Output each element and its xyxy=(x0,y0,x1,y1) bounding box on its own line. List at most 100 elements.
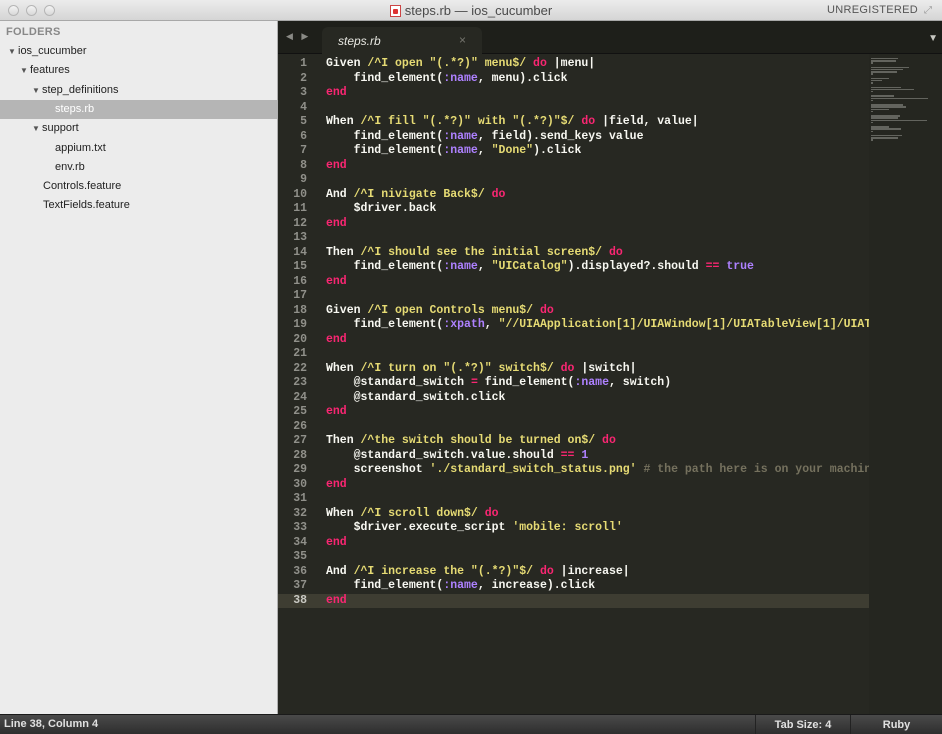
code-line[interactable]: find_element(:name, field).send_keys val… xyxy=(326,129,644,145)
tab-close-icon[interactable]: × xyxy=(459,33,466,47)
code-line[interactable]: end xyxy=(326,405,347,420)
disclosure-triangle-icon[interactable]: ▼ xyxy=(20,61,30,80)
code-line[interactable]: find_element(:name, "Done").click xyxy=(326,144,582,159)
code-editor[interactable]: 1 2 3 4 5 6 7 8 9 10 11 12 13 14 15 16 17 18 19 20 21 22 23 24 2… xyxy=(278,54,942,714)
sidebar-item-label: appium.txt xyxy=(55,141,106,154)
sidebar-folder-ios-cucumber[interactable]: ▼ ios_cucumber xyxy=(0,42,277,61)
code-line[interactable]: end xyxy=(326,478,347,493)
code-line[interactable]: end xyxy=(326,594,347,609)
sidebar-item-label: steps.rb xyxy=(55,102,95,115)
code-token: , increase).click xyxy=(477,579,596,592)
sidebar-folder-features[interactable]: ▼ features xyxy=(0,61,277,80)
code-line[interactable]: end xyxy=(326,86,347,101)
sidebar-item-label: features xyxy=(30,64,70,77)
code-line[interactable]: @standard_switch = find_element(:name, s… xyxy=(326,376,672,391)
code-token: do xyxy=(602,245,623,259)
code-token: "//UIAApplication[1]/UIAWindow[1]/UIATab… xyxy=(498,318,886,331)
minimap-line xyxy=(871,58,899,60)
code-line[interactable]: And /^I increase the "(.*?)"$/ do |incre… xyxy=(326,565,630,580)
code-line[interactable]: end xyxy=(326,275,347,290)
line-number: 14 xyxy=(293,245,307,259)
tab-steps-rb[interactable]: steps.rb × xyxy=(322,27,482,54)
code-line[interactable]: When /^I scroll down$/ do xyxy=(326,507,499,522)
code-token: = xyxy=(470,376,478,389)
syntax-selector[interactable]: Ruby xyxy=(850,715,942,734)
code-token: == xyxy=(705,260,720,273)
code-token: /^I turn on "(.*?)" switch$/ xyxy=(360,361,554,375)
minimap-line xyxy=(871,71,897,73)
line-number: 1 xyxy=(300,57,307,70)
code-token: Given xyxy=(326,57,368,70)
line-number: 22 xyxy=(293,361,307,375)
minimap-line xyxy=(871,69,904,71)
code-line[interactable]: @standard_switch.click xyxy=(326,391,506,406)
code-line[interactable]: Then /^the switch should be turned on$/ … xyxy=(326,434,616,449)
code-token: :name xyxy=(443,144,478,157)
code-token: true xyxy=(719,260,754,273)
disclosure-triangle-icon[interactable]: ▼ xyxy=(32,81,42,100)
sidebar-file-controls-feature[interactable]: Controls.feature xyxy=(0,177,277,196)
tab-menu-chevron-icon[interactable]: ▼ xyxy=(928,33,938,44)
code-token: /^the switch should be turned on$/ xyxy=(360,434,596,447)
code-line[interactable]: And /^I nivigate Back$/ do xyxy=(326,188,505,203)
code-token: /^I open "(.*?)" menu$/ xyxy=(367,57,527,70)
code-token: , xyxy=(477,144,492,157)
code-line[interactable]: $driver.back xyxy=(326,202,437,217)
minimap[interactable] xyxy=(869,54,942,714)
code-line[interactable]: $driver.execute_script 'mobile: scroll' xyxy=(326,521,623,536)
sidebar-file-textfields-feature[interactable]: TextFields.feature xyxy=(0,196,277,215)
disclosure-triangle-icon[interactable]: ▼ xyxy=(32,119,42,138)
code-line[interactable]: find_element(:name, menu).click xyxy=(326,72,568,87)
code-token: And xyxy=(326,564,354,578)
line-number: 38 xyxy=(293,593,307,607)
minimap-line xyxy=(871,108,890,110)
sidebar-folder-step-definitions[interactable]: ▼ step_definitions xyxy=(0,81,277,100)
minimap-line xyxy=(871,62,874,64)
code-token: find_element( xyxy=(326,71,444,85)
code-line[interactable]: screenshot './standard_switch_status.png… xyxy=(326,463,879,478)
active-line-highlight xyxy=(278,593,869,608)
code-line[interactable]: When /^I turn on "(.*?)" switch$/ do |sw… xyxy=(326,362,637,377)
code-line[interactable]: Given /^I open Controls menu$/ do xyxy=(326,304,554,319)
code-token: , menu).click xyxy=(477,71,568,85)
code-line[interactable]: Given /^I open "(.*?)" menu$/ do |menu| xyxy=(326,57,595,72)
code-line[interactable]: When /^I fill "(.*?)" with "(.*?)"$/ do … xyxy=(326,115,699,130)
sidebar-file-env-rb[interactable]: env.rb xyxy=(0,158,277,177)
disclosure-triangle-icon[interactable]: ▼ xyxy=(8,42,18,61)
code-token: do xyxy=(574,115,596,128)
sidebar-folder-support[interactable]: ▼ support xyxy=(0,119,277,138)
code-line[interactable]: Then /^I should see the initial screen$/… xyxy=(326,246,623,261)
fullscreen-icon[interactable]: ⤢ xyxy=(924,5,935,16)
minimap-line xyxy=(871,139,874,141)
code-token: :name xyxy=(443,129,478,143)
code-line[interactable]: find_element(:xpath, "//UIAApplication[1… xyxy=(326,318,885,333)
code-line[interactable]: end xyxy=(326,536,347,551)
code-line[interactable]: @standard_switch.value.should == 1 xyxy=(326,449,589,464)
code-token: |field, value| xyxy=(595,115,699,128)
tab-size-selector[interactable]: Tab Size: 4 xyxy=(755,715,850,734)
code-token: |menu| xyxy=(546,57,596,70)
code-token: When xyxy=(326,115,361,128)
code-token: do xyxy=(484,187,506,201)
code-token: , xyxy=(477,260,492,273)
minimap-line xyxy=(871,104,903,106)
tab-nav-arrows-icon[interactable]: ◀ ▶ xyxy=(286,31,311,42)
code-token: # the path here is on your machine xyxy=(636,463,879,476)
code-token: find_element( xyxy=(326,144,444,157)
sidebar-file-appium-txt[interactable]: appium.txt xyxy=(0,139,277,158)
code-line[interactable]: end xyxy=(326,159,347,174)
line-number: 13 xyxy=(293,231,307,244)
code-token: $driver.execute_script xyxy=(326,521,513,534)
sidebar-item-label: env.rb xyxy=(55,160,85,173)
sidebar-file-steps-rb[interactable]: steps.rb xyxy=(0,99,277,119)
code-line[interactable]: find_element(:name, increase).click xyxy=(326,579,596,594)
code-line[interactable]: end xyxy=(326,333,347,348)
sidebar-item-label: ios_cucumber xyxy=(18,45,87,57)
code-line[interactable]: end xyxy=(326,217,347,232)
code-token: /^I should see the initial screen$/ xyxy=(360,245,603,259)
code-token: 'mobile: scroll' xyxy=(512,521,623,534)
code-line[interactable]: find_element(:name, "UICatalog").display… xyxy=(326,260,754,275)
code-token: find_element( xyxy=(326,579,444,592)
line-number: 25 xyxy=(293,405,307,418)
cursor-position: Line 38, Column 4 xyxy=(4,718,99,730)
